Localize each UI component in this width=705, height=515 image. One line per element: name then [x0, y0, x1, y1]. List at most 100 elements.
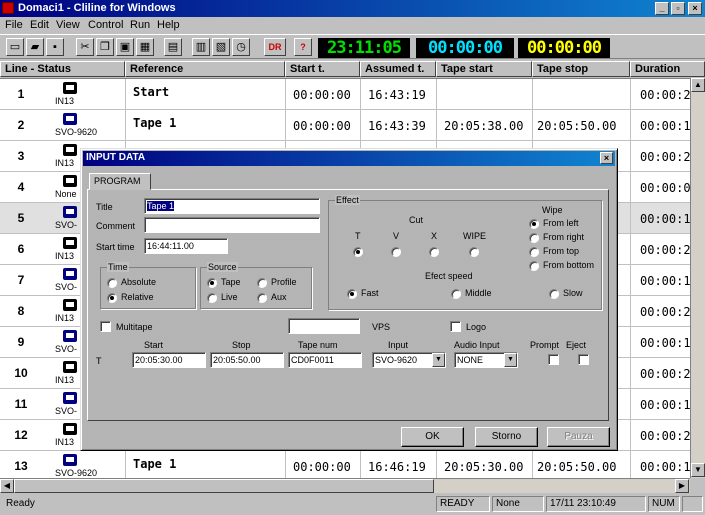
source-live-radio[interactable]: [207, 293, 217, 303]
open-folder-icon[interactable]: ▰: [26, 38, 44, 56]
pause-button[interactable]: Pauza: [547, 427, 610, 447]
camera-icon: [63, 423, 77, 435]
source-aux-radio[interactable]: [257, 293, 267, 303]
menu-control[interactable]: Control: [88, 19, 123, 31]
tape-num-field[interactable]: CD0F0011: [288, 352, 362, 368]
wipe-from-top-radio[interactable]: [529, 247, 539, 257]
start-time-field[interactable]: 16:44:11.00: [144, 238, 228, 254]
speed-fast-radio[interactable]: [347, 289, 357, 299]
menu-help[interactable]: Help: [157, 19, 180, 31]
scroll-left-icon[interactable]: ◀: [0, 479, 14, 493]
speed-middle-radio[interactable]: [451, 289, 461, 299]
wipe-from-left-radio[interactable]: [529, 219, 539, 229]
logo-label: Logo: [466, 322, 487, 332]
column-divider: [360, 451, 361, 478]
camera-icon: [63, 237, 77, 249]
speed-fast-label: Fast: [361, 288, 379, 298]
audio-input-select[interactable]: NONE ▼: [454, 352, 518, 368]
tape-stop-field[interactable]: 20:05:50.00: [210, 352, 284, 368]
effect-x-radio[interactable]: [429, 247, 439, 257]
row-status: SVO-: [55, 282, 78, 292]
scroll-down-icon[interactable]: ▼: [691, 463, 705, 477]
cancel-button[interactable]: Storno: [475, 427, 538, 447]
horizontal-scrollbar[interactable]: ◀ ▶: [0, 478, 690, 493]
vertical-scrollbar[interactable]: ▲ ▼: [690, 78, 705, 478]
vtr-icon: [63, 330, 77, 342]
wipe-from-bottom-radio[interactable]: [529, 261, 539, 271]
time-relative-radio[interactable]: [107, 293, 117, 303]
ok-button[interactable]: OK: [401, 427, 464, 447]
preview-icon[interactable]: ▥: [192, 38, 210, 56]
insert-icon[interactable]: ▤: [164, 38, 182, 56]
vps-field[interactable]: [288, 318, 360, 334]
wipe-label: Wipe: [542, 205, 563, 215]
row-status: IN13: [55, 96, 75, 106]
prompt-checkbox[interactable]: [548, 354, 559, 365]
close-button[interactable]: ×: [688, 2, 702, 15]
column-divider: [630, 79, 631, 110]
copy-icon[interactable]: ❐: [96, 38, 114, 56]
column-divider: [630, 327, 631, 358]
column-divider: [532, 110, 533, 141]
table-row[interactable]: 13 SVO-9620 Tape 1 00:00:00 16:46:19 20:05:30…: [0, 451, 690, 478]
effect-wipe-radio[interactable]: [469, 247, 479, 257]
logo-checkbox[interactable]: [450, 321, 461, 332]
grid-header: Line - Status Reference Start t. Assumed…: [0, 61, 705, 77]
title-field[interactable]: Tape 1: [144, 198, 320, 214]
clock-icon[interactable]: ◷: [232, 38, 250, 56]
time-absolute-radio[interactable]: [107, 278, 117, 288]
eject-checkbox[interactable]: [578, 354, 589, 365]
print-icon[interactable]: ▧: [212, 38, 230, 56]
row-status: SVO-: [55, 220, 78, 230]
row-number: 7: [17, 273, 25, 287]
delete-icon[interactable]: ▦: [136, 38, 154, 56]
table-row[interactable]: 2 SVO-9620 Tape 1 00:00:00 16:43:39 20:05:38.…: [0, 110, 690, 141]
effect-v-radio[interactable]: [391, 247, 401, 257]
scroll-thumb[interactable]: [14, 479, 434, 493]
menu-run[interactable]: Run: [130, 19, 150, 31]
input-dropdown-icon[interactable]: ▼: [432, 353, 445, 367]
dr-button[interactable]: DR: [264, 38, 286, 56]
tape-start-field[interactable]: 20:05:30.00: [132, 352, 206, 368]
column-header-line-status[interactable]: Line - Status: [0, 61, 125, 77]
help-icon[interactable]: ?: [294, 38, 312, 56]
column-header-tape-start[interactable]: Tape start: [436, 61, 532, 77]
save-icon[interactable]: ▪: [46, 38, 64, 56]
audio-dropdown-icon[interactable]: ▼: [504, 353, 517, 367]
column-header-reference[interactable]: Reference: [125, 61, 285, 77]
time-group: Time Absolute Relative: [100, 262, 196, 309]
source-tape-radio[interactable]: [207, 278, 217, 288]
menu-view[interactable]: View: [56, 19, 80, 31]
column-header-duration[interactable]: Duration: [630, 61, 705, 77]
cut-icon[interactable]: ✂: [76, 38, 94, 56]
effect-t-radio[interactable]: [353, 247, 363, 257]
maximize-button[interactable]: ▫: [671, 2, 685, 15]
column-divider: [630, 234, 631, 265]
main-clock: 23:11:05: [318, 38, 410, 58]
column-header-tape-stop[interactable]: Tape stop: [532, 61, 630, 77]
row-status: SVO-9620: [55, 468, 98, 478]
vtr-icon: [63, 268, 77, 280]
input-select[interactable]: SVO-9620 ▼: [372, 352, 446, 368]
table-row[interactable]: 1 IN13 Start 00:00:00 16:43:19 00:00:2: [0, 79, 690, 110]
column-header-start[interactable]: Start t.: [285, 61, 360, 77]
menu-file[interactable]: File: [5, 19, 23, 31]
wipe-from-right-radio[interactable]: [529, 233, 539, 243]
effect-wipe-label: WIPE: [463, 231, 487, 241]
column-header-assumed[interactable]: Assumed t.: [360, 61, 436, 77]
source-profile-radio[interactable]: [257, 278, 267, 288]
new-file-icon[interactable]: ▭: [6, 38, 24, 56]
multitape-checkbox[interactable]: [100, 321, 111, 332]
status-bar: Ready READY None 17/11 23:10:49 NUM: [0, 494, 705, 515]
speed-slow-radio[interactable]: [549, 289, 559, 299]
scroll-right-icon[interactable]: ▶: [675, 479, 689, 493]
tab-program[interactable]: PROGRAM: [89, 173, 151, 190]
scroll-up-icon[interactable]: ▲: [691, 78, 705, 92]
dialog-close-icon[interactable]: ×: [600, 152, 613, 164]
status-state: READY: [436, 496, 490, 512]
menu-edit[interactable]: Edit: [30, 19, 49, 31]
paste-icon[interactable]: ▣: [116, 38, 134, 56]
comment-field[interactable]: [144, 217, 320, 233]
row-duration: 00:00:1: [640, 398, 690, 412]
minimize-button[interactable]: _: [655, 2, 669, 15]
